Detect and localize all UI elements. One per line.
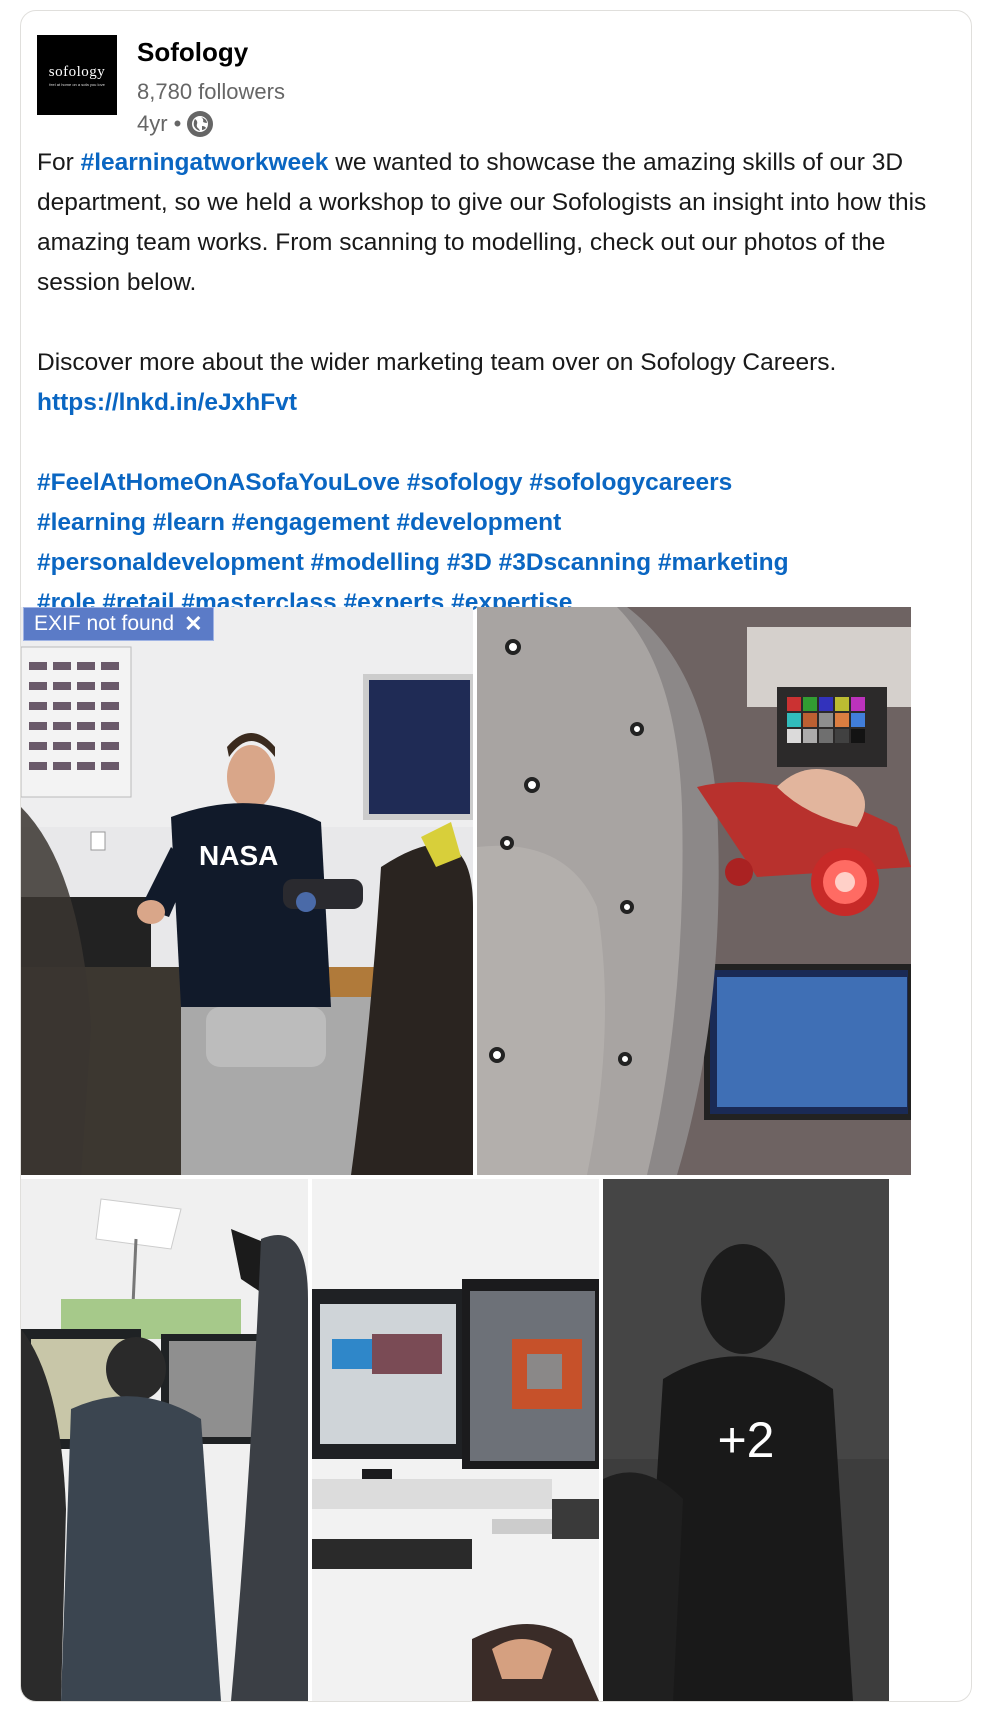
- text-span: For: [37, 149, 81, 176]
- careers-link[interactable]: https://lnkd.in/eJxhFvt: [37, 389, 297, 416]
- media-grid: NASA EXIF not found ✕ +2: [21, 607, 971, 1701]
- photo-studio-setup[interactable]: [21, 1179, 308, 1701]
- follower-count: 8,780 followers: [137, 79, 285, 104]
- hashtag[interactable]: #sofology: [407, 469, 523, 496]
- logo-tagline: feel at home on a sofa you love: [49, 81, 105, 87]
- hashtag[interactable]: #engagement: [232, 509, 390, 536]
- photo-scanner-closeup[interactable]: [477, 607, 911, 1175]
- hashtag[interactable]: #3Dscanning: [499, 549, 652, 576]
- hashtag[interactable]: #marketing: [658, 549, 789, 576]
- post-header: sofology feel at home on a sofa you love…: [37, 35, 937, 137]
- hashtag-learningatworkweek[interactable]: #learningatworkweek: [81, 149, 329, 176]
- hashtag[interactable]: #FeelAtHomeOnASofaYouLove: [37, 469, 400, 496]
- post-meta: 4yr •: [137, 111, 214, 137]
- exif-badge[interactable]: EXIF not found ✕: [23, 607, 214, 641]
- post-paragraph-1: For #learningatworkweek we wanted to sho…: [37, 143, 942, 303]
- hashtag-list: #FeelAtHomeOnASofaYouLove #sofology #sof…: [37, 463, 942, 623]
- globe-icon: [187, 111, 214, 137]
- post-paragraph-2: Discover more about the wider marketing …: [37, 343, 942, 423]
- hashtag[interactable]: #learning: [37, 509, 146, 536]
- close-icon[interactable]: ✕: [184, 611, 202, 637]
- post-age: 4yr •: [137, 111, 182, 136]
- post-card: sofology feel at home on a sofa you love…: [20, 10, 972, 1702]
- hashtag[interactable]: #personaldevelopment: [37, 549, 304, 576]
- text-span: Discover more about the wider marketing …: [37, 349, 837, 376]
- more-photos-count[interactable]: +2: [603, 1179, 889, 1701]
- company-logo[interactable]: sofology feel at home on a sofa you love: [37, 35, 117, 115]
- company-name[interactable]: Sofology: [137, 37, 248, 68]
- photo-modelling-screens[interactable]: [312, 1179, 599, 1701]
- hashtag[interactable]: #sofologycareers: [529, 469, 732, 496]
- logo-brand: sofology: [48, 63, 106, 80]
- hashtag[interactable]: #3D: [447, 549, 492, 576]
- hashtag[interactable]: #modelling: [311, 549, 440, 576]
- exif-label: EXIF not found: [34, 612, 175, 635]
- hashtag[interactable]: #development: [397, 509, 562, 536]
- svg-text:NASA: NASA: [199, 840, 278, 871]
- hashtag[interactable]: #learn: [153, 509, 225, 536]
- photo-more[interactable]: +2: [603, 1179, 889, 1701]
- post-text: For #learningatworkweek we wanted to sho…: [37, 143, 942, 623]
- photo-presenter[interactable]: NASA EXIF not found ✕: [21, 607, 473, 1175]
